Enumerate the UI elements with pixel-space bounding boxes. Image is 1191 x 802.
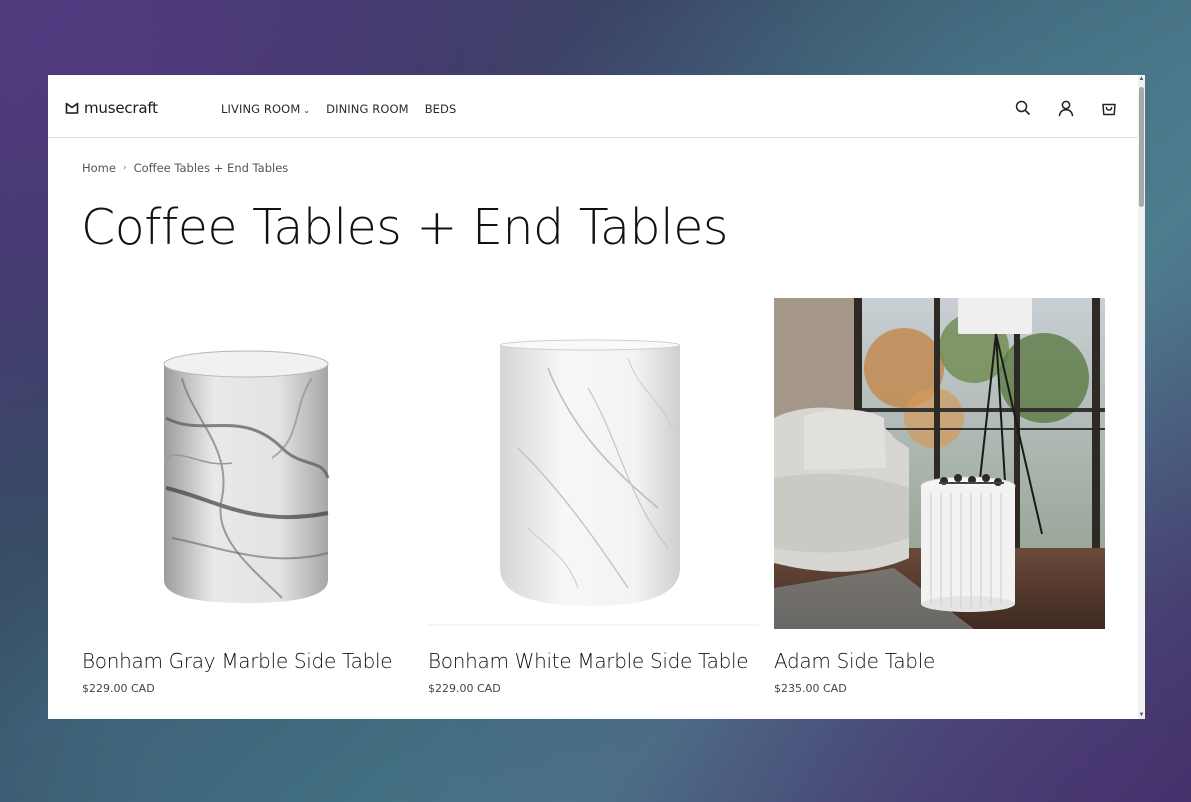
product-price: $229.00 CAD [82,682,155,695]
product-title[interactable]: Bonham Gray Marble Side Table [82,649,413,673]
product-image[interactable] [428,298,759,629]
cart-icon [1102,103,1116,116]
breadcrumb-home[interactable]: Home [82,161,116,175]
logo-icon [65,102,79,114]
nav-item-label: BEDS [424,102,457,116]
scrollbar[interactable]: ▲ ▼ [1138,75,1145,719]
site-header: musecraft LIVING ROOM ⌄ DINING ROOM BEDS [48,75,1138,138]
logo[interactable]: musecraft [65,99,158,117]
gray-marble-table-image [163,350,330,603]
adam-side-table-image [774,298,1105,629]
product-price: $229.00 CAD [428,682,501,695]
page-title: Coffee Tables + End Tables [81,199,728,256]
search-icon [1015,100,1030,115]
product-title[interactable]: Adam Side Table [774,649,1105,673]
browser-window: musecraft LIVING ROOM ⌄ DINING ROOM BEDS [48,75,1145,719]
product-image[interactable] [774,298,1105,629]
logo-text: musecraft [84,99,158,117]
white-marble-table-image [428,339,759,626]
product-price: $235.00 CAD [774,682,847,695]
nav-item-living-room[interactable]: LIVING ROOM ⌄ [221,102,310,116]
scroll-down-icon[interactable]: ▼ [1138,711,1145,719]
nav-item-dining-room[interactable]: DINING ROOM [326,102,409,116]
product-grid: Bonham Gray Marble Side Table $229.00 CA… [82,298,1105,695]
nav-item-label: DINING ROOM [326,102,409,116]
nav-item-beds[interactable]: BEDS [425,102,457,116]
breadcrumb-current: Coffee Tables + End Tables [133,161,289,175]
main-nav: LIVING ROOM ⌄ DINING ROOM BEDS [221,102,456,116]
breadcrumb: Home › Coffee Tables + End Tables [82,161,288,175]
account-icon [1058,100,1074,117]
cart-button[interactable] [1100,99,1118,117]
nav-item-label: LIVING ROOM [221,102,301,116]
chevron-down-icon: ⌄ [303,105,311,115]
account-button[interactable] [1057,99,1075,117]
scroll-up-icon[interactable]: ▲ [1138,75,1145,83]
header-icons [1014,99,1118,117]
product-title[interactable]: Bonham White Marble Side Table [428,649,759,673]
breadcrumb-separator: › [122,163,127,173]
search-button[interactable] [1014,99,1032,117]
product-image[interactable] [82,298,413,629]
scrollbar-thumb[interactable] [1139,87,1144,207]
product-card[interactable]: Adam Side Table $235.00 CAD [774,298,1105,695]
product-card[interactable]: Bonham White Marble Side Table $229.00 C… [428,298,759,695]
product-card[interactable]: Bonham Gray Marble Side Table $229.00 CA… [82,298,413,695]
